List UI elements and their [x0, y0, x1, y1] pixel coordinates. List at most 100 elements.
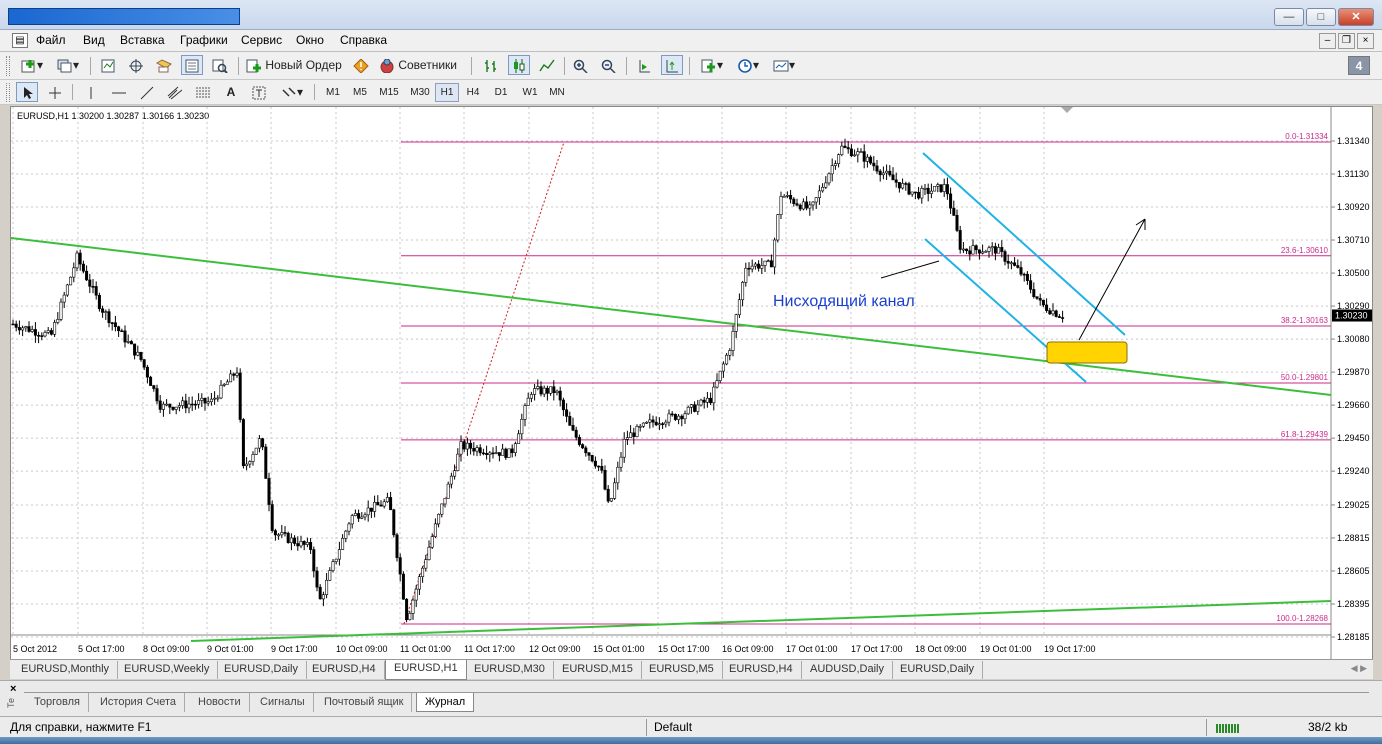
terminal-icon[interactable] — [181, 55, 203, 75]
mdi-close-button[interactable]: × — [1357, 33, 1374, 49]
chart-tab[interactable]: EURUSD,Daily — [892, 661, 983, 679]
price-tick-label: 1.28395 — [1337, 599, 1370, 609]
candle-body — [529, 394, 533, 399]
chart-tab-active[interactable]: EURUSD,H1 — [385, 660, 467, 680]
data-window-icon[interactable] — [153, 55, 175, 75]
fibo-level-label: 61.8-1.29439 — [1281, 430, 1329, 439]
candle-body — [734, 314, 738, 332]
mdi-minimize-button[interactable]: – — [1319, 33, 1336, 49]
candlestick-chart-icon[interactable] — [508, 55, 530, 75]
candle-body — [673, 414, 677, 420]
zoom-out-icon[interactable] — [598, 55, 620, 75]
arrows-button[interactable]: ▾ — [276, 82, 308, 102]
candle-body — [411, 599, 415, 614]
bar-chart-icon[interactable] — [480, 55, 502, 75]
chart-tab[interactable]: EURUSD,H4 — [721, 661, 802, 679]
timeframe-m1[interactable]: M1 — [320, 83, 346, 102]
navigator-icon[interactable] — [125, 55, 147, 75]
candle-body — [686, 406, 690, 415]
candle-body — [993, 246, 997, 254]
auto-trading-warning-icon[interactable] — [350, 55, 372, 75]
new-order-button[interactable]: Новый Ордер — [245, 55, 345, 75]
timeframe-mn[interactable]: MN — [544, 83, 570, 102]
timeframe-m5[interactable]: M5 — [347, 83, 373, 102]
terminal-tab-mailbox[interactable]: Почтовый ящик — [316, 693, 413, 712]
menu-tools[interactable]: Сервис — [241, 33, 282, 47]
vertical-line-icon[interactable] — [80, 82, 102, 102]
maximize-button[interactable]: □ — [1306, 8, 1336, 26]
chart-tab[interactable]: EURUSD,Monthly — [13, 661, 119, 679]
candle-body — [1061, 317, 1065, 319]
terminal-close-icon[interactable]: × — [10, 683, 16, 695]
terminal-tab-news[interactable]: Новости — [190, 693, 250, 712]
cursor-icon[interactable] — [16, 82, 38, 102]
notification-badge[interactable]: 4 — [1348, 56, 1370, 75]
timeframe-m15[interactable]: M15 — [374, 83, 404, 102]
zoom-in-icon[interactable] — [570, 55, 592, 75]
candle-body — [958, 230, 962, 250]
tab-scroll-arrows[interactable]: ◀ ▶ — [1351, 663, 1367, 674]
templates-button[interactable]: ▾ — [768, 55, 800, 75]
menu-view[interactable]: Вид — [83, 33, 105, 47]
text-label-icon[interactable] — [248, 82, 270, 102]
terminal-tab-signals[interactable]: Сигналы — [252, 693, 314, 712]
line-chart-icon[interactable] — [536, 55, 558, 75]
new-chart-button[interactable]: ▾ — [16, 55, 48, 75]
menu-insert[interactable]: Вставка — [120, 33, 165, 47]
auto-scroll-icon[interactable] — [661, 55, 683, 75]
minimize-button[interactable]: — — [1274, 8, 1304, 26]
mdi-restore-button[interactable]: ❐ — [1338, 33, 1355, 49]
timeframe-m30[interactable]: M30 — [405, 83, 435, 102]
channel-icon[interactable] — [164, 82, 186, 102]
chart-tab[interactable]: EURUSD,M5 — [641, 661, 723, 679]
candle-body — [1013, 262, 1017, 266]
price-tick-label: 1.31130 — [1337, 169, 1369, 179]
toolbar-grip[interactable] — [6, 83, 10, 102]
chart-tab[interactable]: EURUSD,H4 — [304, 661, 385, 679]
chart-tab[interactable]: EURUSD,M30 — [466, 661, 554, 679]
candle-body — [337, 549, 341, 560]
experts-button[interactable]: Советники — [378, 55, 464, 75]
profiles-button[interactable]: ▾ — [52, 55, 84, 75]
indicators-button[interactable]: ▾ — [696, 55, 728, 75]
chart-tab[interactable]: EURUSD,Weekly — [116, 661, 219, 679]
candle-body — [395, 534, 399, 558]
timeframe-d1[interactable]: D1 — [489, 83, 513, 102]
timeframe-w1[interactable]: W1 — [517, 83, 543, 102]
trendline-icon[interactable] — [136, 82, 158, 102]
timeframe-h4[interactable]: H4 — [461, 83, 485, 102]
close-button[interactable]: ✕ — [1338, 8, 1374, 26]
menu-window[interactable]: Окно — [296, 33, 324, 47]
chart-tab[interactable]: AUDUSD,Daily — [802, 661, 893, 679]
text-icon[interactable]: A — [220, 82, 242, 102]
crosshair-icon[interactable] — [44, 82, 66, 102]
time-tick-label: 11 Oct 01:00 — [400, 644, 451, 654]
terminal-tab-trade[interactable]: Торговля — [26, 693, 89, 712]
menu-file[interactable]: Файл — [36, 33, 66, 47]
candle-body — [632, 432, 636, 437]
market-watch-icon[interactable] — [97, 55, 119, 75]
chart-window[interactable]: EURUSD,H1 1.30200 1.30287 1.30166 1.3023… — [10, 106, 1373, 660]
time-tick-label: 15 Oct 17:00 — [658, 644, 710, 654]
periods-button[interactable]: ▾ — [732, 55, 764, 75]
horizontal-line-icon[interactable] — [108, 82, 130, 102]
terminal-tab-history[interactable]: История Счета — [92, 693, 186, 712]
chart-tab[interactable]: EURUSD,Daily — [216, 661, 307, 679]
candle-body — [30, 329, 34, 332]
strategy-tester-icon[interactable] — [209, 55, 231, 75]
candle-body — [1000, 247, 1004, 252]
fibonacci-icon[interactable] — [192, 82, 214, 102]
candle-body — [209, 398, 213, 403]
candle-body — [142, 359, 146, 368]
timeframe-h1[interactable]: H1 — [435, 83, 459, 102]
menu-help[interactable]: Справка — [340, 33, 387, 47]
menu-charts[interactable]: Графики — [180, 33, 228, 47]
chart-shift-icon[interactable] — [633, 55, 655, 75]
chart-tab[interactable]: EURUSD,M15 — [554, 661, 642, 679]
price-chart[interactable]: 1.31340 1.31130 1.30920 1.30710 1.30500 1.302… — [11, 107, 1372, 659]
terminal-tab-journal[interactable]: Журнал — [416, 693, 475, 712]
app-menu-icon[interactable]: ▤ — [12, 33, 28, 48]
toolbar-grip[interactable] — [6, 56, 10, 76]
candle-body — [161, 403, 165, 410]
candle-body — [577, 437, 581, 445]
